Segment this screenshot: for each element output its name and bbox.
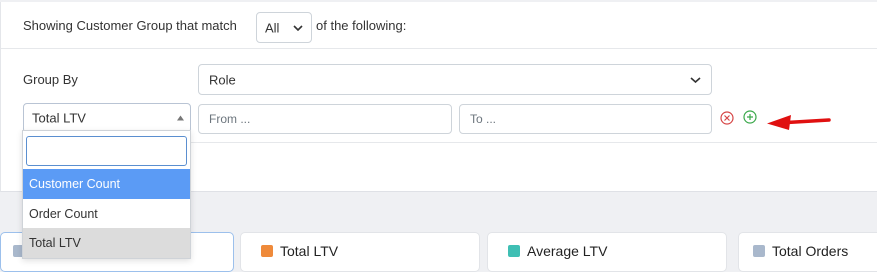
red-arrow-icon (767, 115, 831, 130)
group-by-label: Group By (23, 72, 78, 87)
from-input[interactable]: From ... (198, 104, 452, 134)
dropdown-option-order-count[interactable]: Order Count (23, 199, 190, 229)
metric-dropdown: Customer Count Order Count Total LTV (22, 130, 191, 259)
card-color-swatch (261, 245, 273, 257)
to-input[interactable]: To ... (459, 104, 712, 134)
dropdown-option-total-ltv[interactable]: Total LTV (23, 228, 190, 258)
match-select-value: All (265, 20, 280, 35)
chevron-down-icon (293, 24, 303, 31)
caret-up-icon (177, 115, 184, 121)
to-placeholder: To ... (470, 112, 497, 126)
panel-divider (191, 142, 877, 143)
match-select[interactable]: All (256, 12, 312, 43)
match-row: Showing Customer Group that match All of… (1, 2, 877, 49)
add-condition-icon[interactable] (743, 110, 757, 124)
stat-card-total-ltv[interactable]: Total LTV (240, 232, 480, 272)
match-suffix-text: of the following: (316, 18, 407, 33)
dropdown-search-input[interactable] (26, 136, 187, 166)
match-prefix-text: Showing Customer Group that match (23, 18, 237, 33)
metric-select-value: Total LTV (32, 110, 86, 126)
card-color-swatch (753, 245, 765, 257)
card-color-swatch (508, 245, 520, 257)
option-label: Customer Count (29, 177, 121, 191)
metric-select[interactable]: Total LTV (23, 103, 191, 133)
card-label: Average LTV (527, 243, 608, 259)
from-placeholder: From ... (209, 112, 251, 126)
dropdown-option-customer-count[interactable]: Customer Count (23, 169, 190, 199)
card-label: Total LTV (280, 243, 339, 259)
stat-card-average-ltv[interactable]: Average LTV (487, 232, 727, 272)
chevron-down-icon (690, 76, 701, 83)
group-by-value: Role (209, 72, 236, 87)
option-label: Total LTV (29, 236, 81, 250)
stat-card-total-orders[interactable]: Total Orders (738, 232, 877, 272)
remove-condition-icon[interactable] (720, 111, 734, 125)
card-label: Total Orders (772, 243, 849, 259)
option-label: Order Count (29, 207, 98, 221)
group-by-select[interactable]: Role (198, 64, 712, 95)
